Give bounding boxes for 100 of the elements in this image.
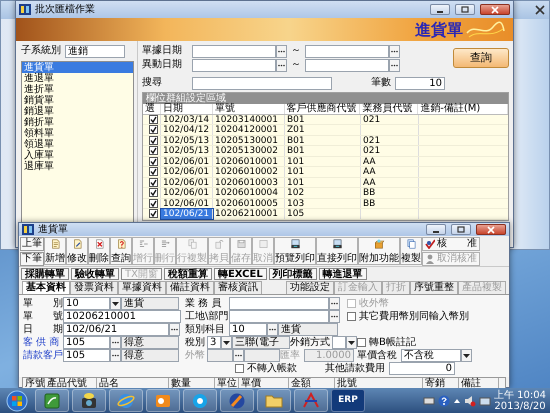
checkbox[interactable] xyxy=(235,364,244,373)
list-item[interactable]: 退庫單 xyxy=(22,161,133,172)
tab[interactable]: 發票資料 xyxy=(70,281,118,294)
minimize-button[interactable] xyxy=(426,224,446,235)
checkbox[interactable] xyxy=(149,209,158,218)
picker-button[interactable] xyxy=(233,349,244,362)
tab[interactable]: 備註資料 xyxy=(166,281,214,294)
checkbox[interactable] xyxy=(347,312,356,321)
maximize-button[interactable] xyxy=(455,4,475,15)
input-field[interactable]: 10 xyxy=(63,297,110,310)
list-item[interactable]: 入庫單 xyxy=(22,150,133,161)
taskbar-button[interactable] xyxy=(35,389,69,412)
query-button[interactable]: 查詢 xyxy=(453,48,509,68)
tab[interactable]: 功能設定 xyxy=(286,281,334,294)
list-item[interactable]: 銷退單 xyxy=(22,106,133,117)
list-item[interactable]: 銷貨單 xyxy=(22,95,133,106)
input-field[interactable]: 進貨 xyxy=(278,323,338,336)
input-field[interactable]: 0 xyxy=(389,362,455,375)
close-button[interactable] xyxy=(476,224,506,235)
taskbar-button[interactable]: ERP xyxy=(331,389,365,412)
input-field[interactable]: 3 xyxy=(207,336,221,349)
table-cell[interactable]: 102/04/12 xyxy=(161,125,213,134)
input-field[interactable]: 得意 xyxy=(121,349,179,362)
taskbar-button[interactable] xyxy=(146,389,180,412)
input-field[interactable]: 三聯(電子 xyxy=(232,336,290,349)
minimize-button[interactable] xyxy=(430,4,450,15)
taskbar-button[interactable] xyxy=(294,389,328,412)
picker-button[interactable] xyxy=(389,44,400,58)
input-field[interactable] xyxy=(229,310,329,323)
tab[interactable]: 序號重整 xyxy=(410,281,458,294)
checkbox[interactable] xyxy=(149,167,158,176)
function-button[interactable]: 轉進退單 xyxy=(318,268,367,280)
table-cell[interactable]: 102/06/21 xyxy=(161,209,213,218)
checkbox[interactable] xyxy=(149,146,158,155)
picker-button[interactable] xyxy=(169,323,180,336)
function-button[interactable]: 稅額重算 xyxy=(164,268,212,280)
function-button[interactable]: 列印標籤 xyxy=(268,268,317,280)
input-field[interactable] xyxy=(244,349,280,362)
input-field[interactable] xyxy=(192,58,276,72)
tab[interactable]: 基本資料 xyxy=(22,281,70,294)
table-cell[interactable]: 102/05/13 xyxy=(161,146,213,156)
input-field[interactable] xyxy=(305,58,389,72)
nav-button[interactable]: 上筆 xyxy=(20,237,44,251)
toolbar-button[interactable]: 刪除 xyxy=(88,237,110,265)
input-field[interactable] xyxy=(229,297,329,310)
table-cell[interactable]: 102/06/01 xyxy=(161,156,213,166)
tab[interactable]: 審核資訊 xyxy=(214,281,262,294)
input-field[interactable] xyxy=(192,76,332,90)
checkbox[interactable] xyxy=(149,188,158,197)
list-item[interactable]: 進折單 xyxy=(22,84,133,95)
input-field[interactable]: 進貨 xyxy=(121,297,179,310)
toolbar-button[interactable]: 新增 xyxy=(44,237,66,265)
table-cell[interactable]: 102/06/01 xyxy=(161,178,213,187)
picker-button[interactable] xyxy=(276,58,287,72)
input-field[interactable]: 不含稅 xyxy=(401,349,461,362)
toolbar-button[interactable]: 附加功能 xyxy=(358,237,400,265)
toolbar-button[interactable]: 修改 xyxy=(66,237,88,265)
taskbar-button[interactable] xyxy=(220,389,254,412)
input-field[interactable]: 得意 xyxy=(121,336,179,349)
table-cell[interactable]: 102/06/01 xyxy=(161,188,213,198)
picker-button[interactable] xyxy=(329,310,340,323)
input-field[interactable]: 105 xyxy=(63,349,110,362)
tab[interactable]: 單據資料 xyxy=(118,281,166,294)
maximize-button[interactable] xyxy=(451,224,471,235)
function-button[interactable]: 轉EXCEL xyxy=(214,268,267,280)
list-item[interactable]: 進貨單 xyxy=(22,62,133,73)
table-cell[interactable]: 102/03/14 xyxy=(161,114,213,124)
picker-button[interactable] xyxy=(329,297,340,310)
toolbar-button[interactable]: 預覽列印 xyxy=(274,237,316,265)
function-button[interactable]: 採購轉單 xyxy=(21,268,69,280)
taskbar-button[interactable] xyxy=(72,389,106,412)
dropdown-button[interactable] xyxy=(221,336,232,349)
toolbar-button[interactable]: 直接列印 xyxy=(316,237,358,265)
picker-button[interactable] xyxy=(110,336,121,349)
input-field[interactable]: 102/06/21 xyxy=(63,323,169,336)
list-item[interactable]: 銷折單 xyxy=(22,117,133,128)
input-field[interactable] xyxy=(207,349,233,362)
input-field[interactable] xyxy=(305,44,389,58)
nav-button[interactable]: 下筆 xyxy=(20,252,44,266)
dropdown-button[interactable] xyxy=(461,349,472,362)
list-item[interactable]: 進退單 xyxy=(22,73,133,84)
input-field[interactable]: 進銷 xyxy=(65,44,125,58)
toolbar-button[interactable]: 查詢 xyxy=(110,237,132,265)
input-field[interactable] xyxy=(332,336,346,349)
picker-button[interactable] xyxy=(389,58,400,72)
picker-button[interactable] xyxy=(110,349,121,362)
list-item[interactable]: 領料單 xyxy=(22,128,133,139)
picker-button[interactable] xyxy=(267,323,278,336)
input-field[interactable] xyxy=(192,44,276,58)
picker-button[interactable] xyxy=(276,44,287,58)
table-cell[interactable]: 102/05/13 xyxy=(161,136,213,145)
input-field[interactable]: 105 xyxy=(63,336,110,349)
function-button[interactable]: 驗收轉單 xyxy=(71,268,119,280)
input-field[interactable]: 10206210001 xyxy=(63,310,181,323)
dropdown-button[interactable] xyxy=(346,336,357,349)
input-field[interactable]: 10 xyxy=(229,323,267,336)
table-cell[interactable]: 102/06/01 xyxy=(161,167,213,176)
checkbox[interactable] xyxy=(357,338,366,347)
taskbar-button[interactable] xyxy=(183,389,217,412)
toolbar-button[interactable]: 複製 xyxy=(400,237,422,265)
